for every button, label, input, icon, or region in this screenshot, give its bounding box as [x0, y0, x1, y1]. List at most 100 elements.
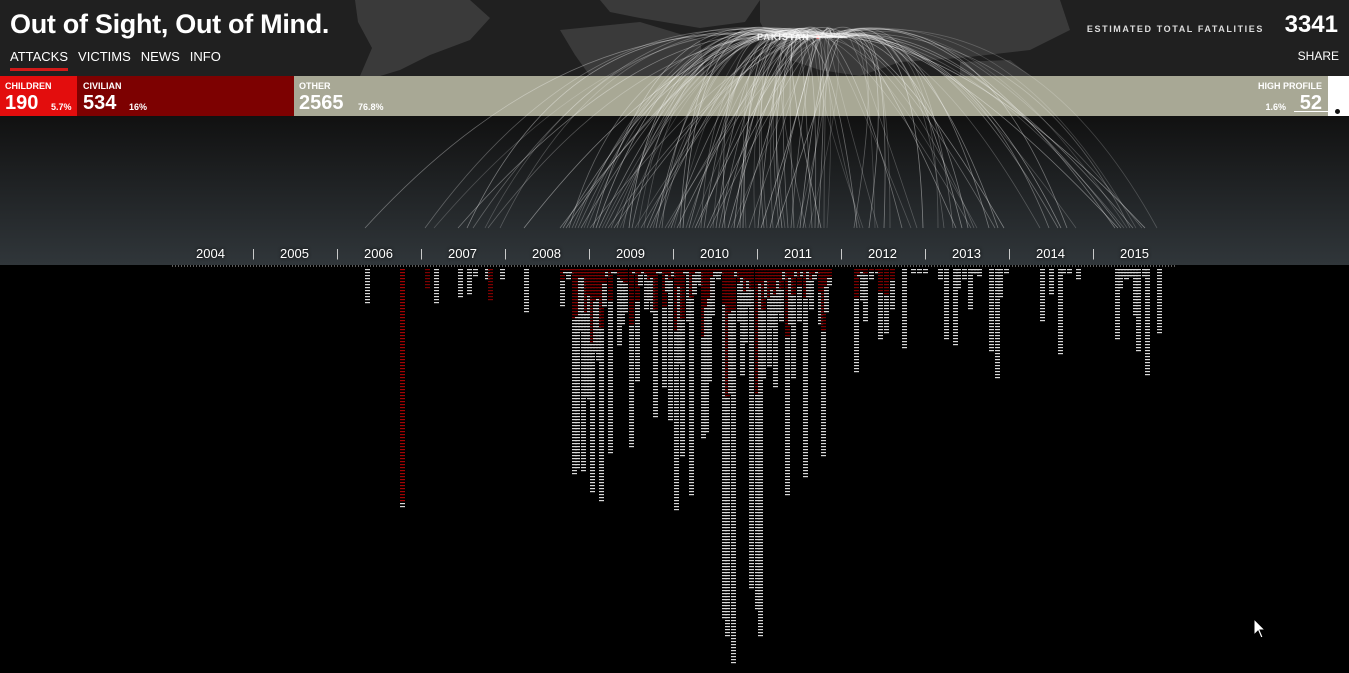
casualty-tick	[776, 272, 781, 274]
casualty-tick	[596, 272, 601, 274]
casualty-tick	[731, 449, 736, 451]
casualty-tick	[785, 374, 790, 376]
casualty-tick	[704, 329, 709, 331]
casualty-tick	[674, 416, 679, 418]
casualty-tick	[773, 383, 778, 385]
casualty-tick	[755, 602, 760, 604]
casualty-tick	[854, 302, 859, 304]
casualty-tick	[854, 356, 859, 358]
casualty-tick	[581, 293, 586, 295]
casualty-tick	[674, 374, 679, 376]
casualty-tick	[1058, 320, 1063, 322]
casualty-tick	[767, 326, 772, 328]
casualty-tick	[731, 530, 736, 532]
casualty-tick	[575, 443, 580, 445]
casualty-tick	[629, 428, 634, 430]
casualty-tick	[698, 272, 703, 274]
total-fatalities-label: ESTIMATED TOTAL FATALITIES	[1086, 24, 1264, 34]
casualty-tick	[758, 509, 763, 511]
casualty-tick	[587, 395, 592, 397]
casualty-tick	[818, 290, 823, 292]
casualty-tick	[785, 335, 790, 337]
casualty-tick	[524, 287, 529, 289]
casualty-tick	[572, 428, 577, 430]
casualty-tick	[1136, 344, 1141, 346]
category-label: CHILDREN	[5, 81, 52, 91]
casualty-tick	[674, 377, 679, 379]
category-other[interactable]: OTHER 2565 76.8%	[294, 76, 1328, 116]
casualty-tick	[689, 491, 694, 493]
casualty-tick	[803, 455, 808, 457]
casualty-tick	[701, 299, 706, 301]
casualty-tick	[785, 326, 790, 328]
casualty-tick	[1040, 284, 1045, 286]
casualty-tick	[596, 290, 601, 292]
casualty-tick	[743, 314, 748, 316]
casualty-tick	[617, 293, 622, 295]
casualty-tick	[674, 308, 679, 310]
tab-attacks[interactable]: ATTACKS	[10, 49, 69, 71]
casualty-tick	[710, 305, 715, 307]
category-civilian[interactable]: CIVILIAN 534 16%	[77, 76, 294, 116]
casualty-tick	[803, 323, 808, 325]
tab-victims[interactable]: VICTIMS	[78, 49, 131, 71]
casualty-tick	[707, 365, 712, 367]
casualty-tick	[755, 452, 760, 454]
casualty-tick	[590, 365, 595, 367]
casualty-tick	[500, 272, 505, 274]
casualty-tick	[722, 413, 727, 415]
casualty-tick	[524, 275, 529, 277]
casualty-tick	[761, 329, 766, 331]
casualty-tick	[572, 338, 577, 340]
casualty-tick	[572, 431, 577, 433]
category-children[interactable]: CHILDREN 190 5.7%	[0, 76, 77, 116]
casualty-tick	[1076, 275, 1081, 277]
casualty-tick	[695, 272, 700, 274]
casualty-tick	[749, 545, 754, 547]
casualty-tick	[680, 302, 685, 304]
casualty-tick	[599, 422, 604, 424]
casualty-tick	[731, 479, 736, 481]
casualty-tick	[653, 299, 658, 301]
casualty-tick	[662, 275, 667, 277]
casualty-tick	[575, 416, 580, 418]
casualty-tick	[1058, 290, 1063, 292]
casualty-tick	[785, 383, 790, 385]
casualty-tick	[722, 359, 727, 361]
casualty-tick	[590, 458, 595, 460]
casualty-tick	[581, 314, 586, 316]
casualty-tick	[710, 311, 715, 313]
casualty-tick	[590, 299, 595, 301]
casualty-tick	[758, 581, 763, 583]
casualty-tick	[731, 632, 736, 634]
casualty-tick	[758, 356, 763, 358]
casualty-tick	[698, 278, 703, 280]
casualty-tick	[746, 269, 751, 271]
casualty-tick	[668, 284, 673, 286]
casualty-tick	[1040, 311, 1045, 313]
casualty-tick	[701, 383, 706, 385]
casualty-tick	[884, 290, 889, 292]
casualty-tick	[650, 290, 655, 292]
casualty-tick	[581, 392, 586, 394]
tab-news[interactable]: NEWS	[141, 49, 180, 71]
casualty-tick	[590, 446, 595, 448]
casualty-tick	[956, 287, 961, 289]
casualty-tick	[737, 275, 742, 277]
casualty-tick	[803, 350, 808, 352]
casualty-tick	[1145, 359, 1150, 361]
casualty-tick	[731, 617, 736, 619]
casualty-tick	[1136, 278, 1141, 280]
casualty-tick	[785, 458, 790, 460]
casualty-tick	[779, 278, 784, 280]
casualty-tick	[599, 416, 604, 418]
casualty-tick	[755, 548, 760, 550]
casualty-tick	[662, 374, 667, 376]
tab-info[interactable]: INFO	[190, 49, 221, 71]
casualty-tick	[707, 344, 712, 346]
share-button[interactable]: SHARE	[1298, 49, 1339, 63]
casualty-tick	[596, 308, 601, 310]
casualty-tick	[788, 287, 793, 289]
casualty-tick	[953, 338, 958, 340]
casualty-tick	[635, 365, 640, 367]
